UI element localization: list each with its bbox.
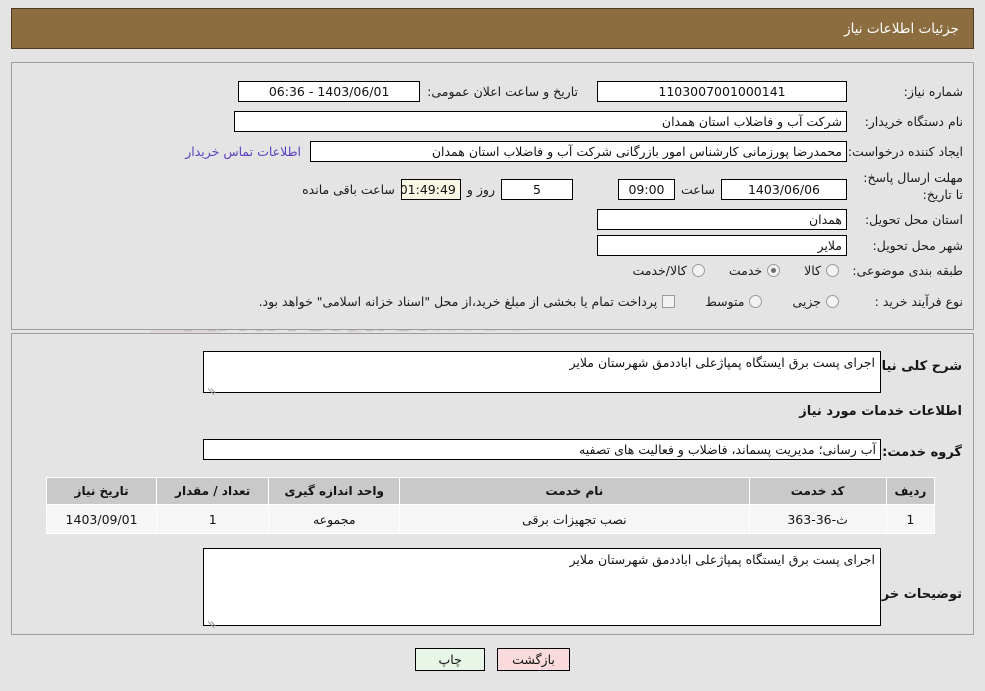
cell-row-no: 1 xyxy=(885,504,936,534)
field-purchase-type: نوع فرآیند خرید : جزیی متوسط پرداخت تمام… xyxy=(259,294,963,309)
treasury-bonds-option[interactable]: پرداخت تمام یا بخشی از مبلغ خرید،از محل … xyxy=(259,294,676,309)
field-category: طبقه بندی موضوعی: کالا خدمت کالا/خدمت xyxy=(632,263,963,278)
announcement-datetime-label: تاریخ و ساعت اعلان عمومی: xyxy=(427,84,578,99)
resize-grip-icon-2[interactable] xyxy=(206,612,218,629)
buyer-org-label: نام دستگاه خریدار: xyxy=(864,114,963,129)
category-option-kala-khedmat[interactable]: کالا/خدمت xyxy=(632,263,705,278)
deadline-date-value: 1403/06/06 xyxy=(721,179,847,200)
purchase-option-jozi[interactable]: جزیی xyxy=(792,294,839,309)
column-header-unit: واحد اندازه گیری xyxy=(268,477,401,505)
column-header-service-name: نام خدمت xyxy=(399,477,750,505)
purchase-label-motavaset: متوسط xyxy=(705,294,745,309)
field-need-number: شماره نیاز: 1103007001000141 xyxy=(597,81,963,102)
category-option-kala[interactable]: کالا xyxy=(804,263,839,278)
field-buyer-org: نام دستگاه خریدار: شرکت آب و فاضلاب استا… xyxy=(234,111,963,132)
table-header-row: ردیف کد خدمت نام خدمت واحد اندازه گیری ت… xyxy=(45,477,936,505)
deadline-days-label: روز و xyxy=(466,182,495,197)
need-summary-label: شرح کلی نیاز: xyxy=(868,359,962,374)
page-header: جزئیات اطلاعات نیاز xyxy=(11,8,974,49)
need-number-label: شماره نیاز: xyxy=(903,84,963,99)
cell-unit: مجموعه xyxy=(268,504,401,534)
column-header-quantity: تعداد / مقدار xyxy=(156,477,270,505)
deadline-time-label: ساعت xyxy=(680,182,715,197)
treasury-bonds-checkbox[interactable] xyxy=(662,295,676,308)
footer-button-bar: بازگشت چاپ xyxy=(0,648,985,671)
need-summary-textarea[interactable]: اجرای پست برق ایستگاه پمپاژعلی اباددمق ش… xyxy=(203,351,881,396)
buyer-notes-textarea[interactable]: اجرای پست برق ایستگاه پمپاژعلی اباددمق ش… xyxy=(203,548,881,629)
deadline-timer-suffix: ساعت باقی مانده xyxy=(302,182,395,197)
purchase-radio-motavaset[interactable] xyxy=(749,295,763,308)
column-header-row-no: ردیف xyxy=(885,477,936,505)
service-group-label: گروه خدمت: xyxy=(882,445,962,460)
buyer-org-value: شرکت آب و فاضلاب استان همدان xyxy=(234,111,847,132)
field-requester: ایجاد کننده درخواست: محمدرضا پورزمانی کا… xyxy=(185,141,963,162)
purchase-option-motavaset[interactable]: متوسط xyxy=(705,294,763,309)
deadline-days-value: 5 xyxy=(500,179,573,200)
category-label-khedmat: خدمت xyxy=(728,263,763,278)
city-value: ملایر xyxy=(597,235,847,256)
treasury-bonds-label: پرداخت تمام یا بخشی از مبلغ خرید،از محل … xyxy=(258,294,658,309)
cell-service-code: ث-36-363 xyxy=(748,504,887,534)
category-label: طبقه بندی موضوعی: xyxy=(852,263,963,278)
province-value: همدان xyxy=(597,209,847,230)
cell-service-name: نصب تجهیزات برقی xyxy=(399,504,750,534)
category-label-kala: کالا xyxy=(804,263,821,278)
city-label: شهر محل تحویل: xyxy=(872,238,963,253)
resize-grip-icon[interactable] xyxy=(206,379,218,396)
requester-label: ایجاد کننده درخواست: xyxy=(847,144,963,159)
purchase-type-label: نوع فرآیند خرید : xyxy=(874,294,963,309)
column-header-need-date: تاریخ نیاز xyxy=(45,477,158,505)
province-label: استان محل تحویل: xyxy=(864,212,963,227)
deadline-time-value: 09:00 xyxy=(617,179,675,200)
need-summary-value: اجرای پست برق ایستگاه پمپاژعلی اباددمق ش… xyxy=(569,355,875,370)
category-radio-kala[interactable] xyxy=(826,264,839,277)
field-announcement-datetime: تاریخ و ساعت اعلان عمومی: 1403/06/01 - 0… xyxy=(238,81,578,102)
deadline-countdown-timer: 01:49:49 xyxy=(400,179,461,200)
table-row: 1 ث-36-363 نصب تجهیزات برقی مجموعه 1 140… xyxy=(45,504,936,534)
requester-value: محمدرضا پورزمانی کارشناس امور بازرگانی ش… xyxy=(310,141,847,162)
field-deadline-values: 1403/06/06 ساعت 09:00 5 روز و 01:49:49 س… xyxy=(302,179,847,200)
back-button[interactable]: بازگشت xyxy=(497,648,570,671)
need-info-panel: شماره نیاز: 1103007001000141 تاریخ و ساع… xyxy=(11,62,974,330)
field-deadline-label: مهلت ارسال پاسخ: تا تاریخ: xyxy=(853,169,963,203)
column-header-service-code: کد خدمت xyxy=(748,477,887,505)
need-number-value: 1103007001000141 xyxy=(597,81,847,102)
page-title: جزئیات اطلاعات نیاز xyxy=(844,20,959,37)
services-section-title: اطلاعات خدمات مورد نیاز xyxy=(799,404,962,419)
service-group-value: آب رسانی؛ مدیریت پسماند، فاضلاب و فعالیت… xyxy=(203,439,881,460)
deadline-label: مهلت ارسال پاسخ: تا تاریخ: xyxy=(863,170,963,202)
services-table: ردیف کد خدمت نام خدمت واحد اندازه گیری ت… xyxy=(45,477,936,534)
buyer-notes-value: اجرای پست برق ایستگاه پمپاژعلی اباددمق ش… xyxy=(569,552,875,567)
category-radio-kala-khedmat[interactable] xyxy=(691,264,705,277)
field-city: شهر محل تحویل: ملایر xyxy=(597,235,963,256)
category-radio-khedmat[interactable] xyxy=(767,264,781,277)
cell-quantity: 1 xyxy=(156,504,270,534)
category-option-khedmat[interactable]: خدمت xyxy=(728,263,781,278)
announcement-datetime-value: 1403/06/01 - 06:36 xyxy=(238,81,421,102)
cell-need-date: 1403/09/01 xyxy=(45,504,158,534)
print-button[interactable]: چاپ xyxy=(415,648,486,671)
buyer-contact-link[interactable]: اطلاعات تماس خریدار xyxy=(185,144,301,159)
category-label-kala-khedmat: کالا/خدمت xyxy=(632,263,687,278)
field-province: استان محل تحویل: همدان xyxy=(597,209,963,230)
purchase-label-jozi: جزیی xyxy=(792,294,821,309)
purchase-radio-jozi[interactable] xyxy=(826,295,839,308)
